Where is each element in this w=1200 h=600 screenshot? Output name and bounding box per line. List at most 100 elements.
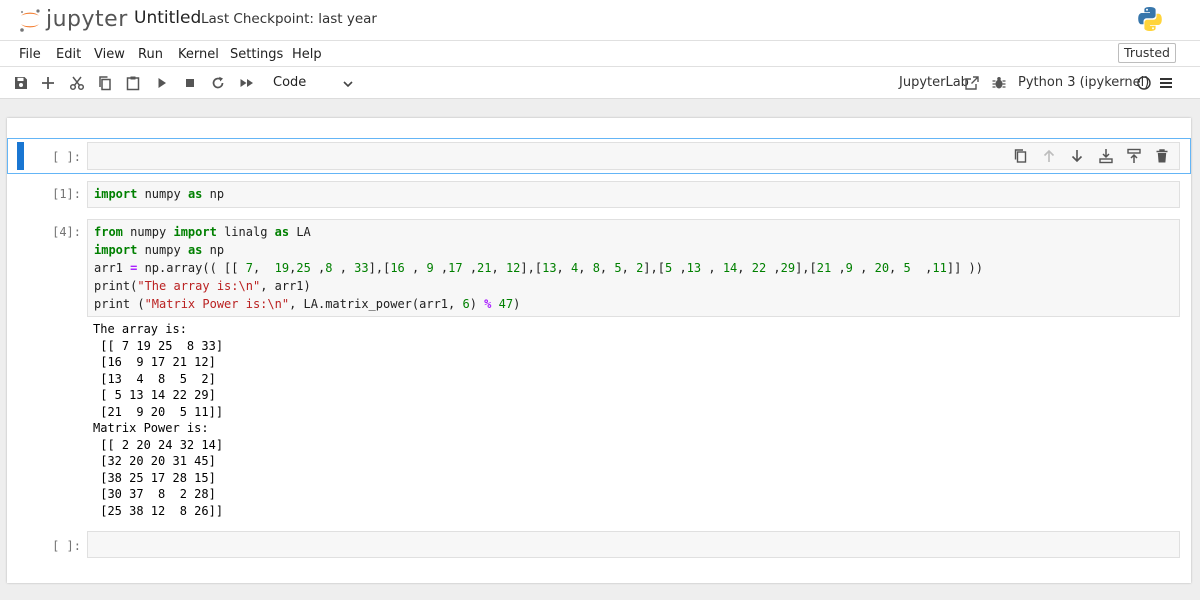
- code-text: ,: [672, 261, 687, 275]
- cell-prompt: [ ]:: [52, 150, 81, 164]
- move-up-icon[interactable]: [1041, 148, 1057, 164]
- checkpoint-status: Last Checkpoint: last year: [201, 11, 377, 27]
- string: "Matrix Power is:\n": [144, 297, 290, 311]
- insert-cell-below-icon[interactable]: [1126, 148, 1142, 164]
- jupyter-logo[interactable]: jupyter: [17, 5, 127, 35]
- code-line: print ("Matrix Power is:\n", LA.matrix_p…: [94, 297, 520, 311]
- output-line: The array is:: [93, 322, 187, 336]
- menu-view[interactable]: View: [94, 47, 125, 62]
- run-icon[interactable]: [154, 75, 170, 91]
- cell-input-editor[interactable]: from numpy import linalg as LA import nu…: [87, 219, 1180, 317]
- code-text: ): [513, 297, 521, 311]
- number: 20: [874, 261, 890, 275]
- code-text: ,: [621, 261, 637, 275]
- code-text: numpy: [137, 243, 188, 257]
- code-text: print (: [94, 297, 145, 311]
- delete-cell-icon[interactable]: [1154, 148, 1170, 164]
- cell-prompt: [1]:: [52, 187, 81, 201]
- code-text: ,: [252, 261, 275, 275]
- run-all-icon[interactable]: [239, 75, 255, 91]
- chevron-down-icon[interactable]: [342, 78, 354, 90]
- number: 12: [505, 261, 521, 275]
- menu-edit[interactable]: Edit: [56, 47, 81, 62]
- restart-icon[interactable]: [210, 75, 226, 91]
- menu-settings[interactable]: Settings: [230, 47, 283, 62]
- code-text: ,: [310, 261, 326, 275]
- python-logo-icon: [1138, 7, 1162, 31]
- save-icon[interactable]: [13, 75, 29, 91]
- code-text: linalg: [216, 225, 275, 239]
- code-text: ,: [556, 261, 571, 275]
- code-text: ,: [766, 261, 781, 275]
- number: 47: [498, 297, 514, 311]
- output-line: [38 25 17 28 15]: [93, 471, 216, 485]
- output-line: [13 4 8 5 2]: [93, 372, 216, 386]
- cell-input-editor[interactable]: import numpy as np: [87, 181, 1180, 208]
- code-text: numpy: [137, 187, 188, 201]
- keyword: import: [94, 243, 138, 257]
- cell-input-editor[interactable]: [87, 531, 1180, 558]
- paste-icon[interactable]: [125, 75, 141, 91]
- menu-kernel[interactable]: Kernel: [178, 47, 219, 62]
- output-line: [[ 7 19 25 8 33]: [93, 339, 224, 353]
- menu-run[interactable]: Run: [138, 47, 163, 62]
- code-text: ,: [737, 261, 752, 275]
- number: 6: [462, 297, 470, 311]
- code-text: ,: [433, 261, 449, 275]
- code-text: ,: [491, 261, 506, 275]
- output-line: [30 37 8 2 28]: [93, 487, 216, 501]
- output-line: [[ 2 20 24 32 14]: [93, 438, 224, 452]
- duplicate-cell-icon[interactable]: [1013, 148, 1029, 164]
- output-line: [25 38 12 8 26]]: [93, 504, 224, 518]
- code-text: ,: [578, 261, 593, 275]
- number: 22: [751, 261, 767, 275]
- keyword: as: [187, 243, 203, 257]
- code-text: np: [202, 187, 225, 201]
- number: 19: [274, 261, 290, 275]
- kernel-name[interactable]: Python 3 (ipykernel): [1018, 75, 1149, 90]
- code-text: ,: [599, 261, 615, 275]
- output-line: [21 9 20 5 11]]: [93, 405, 224, 419]
- keyword: import: [94, 187, 138, 201]
- cell-prompt: [4]:: [52, 225, 81, 239]
- menu-help[interactable]: Help: [292, 47, 322, 62]
- external-link-icon[interactable]: [964, 75, 980, 91]
- debugger-bug-icon[interactable]: [991, 75, 1007, 91]
- code-text: arr1: [94, 261, 131, 275]
- keyword: import: [173, 225, 217, 239]
- code-text: np: [202, 243, 225, 257]
- code-text: ],[: [795, 261, 817, 275]
- menu-file[interactable]: File: [19, 47, 41, 62]
- code-text: , arr1): [260, 279, 311, 293]
- cut-icon[interactable]: [69, 75, 85, 91]
- cell-type-select[interactable]: Code: [273, 75, 306, 90]
- code-line: arr1 = np.array(( [[ 7, 19,25 ,8 , 33],[…: [94, 261, 983, 275]
- code-line: from numpy import linalg as LA: [94, 225, 311, 239]
- add-cell-icon[interactable]: [40, 75, 56, 91]
- code-text: ,: [852, 261, 875, 275]
- hamburger-menu-icon[interactable]: [1158, 75, 1174, 91]
- logo-text: jupyter: [46, 7, 128, 32]
- code-text: ,: [831, 261, 846, 275]
- toolbar: Code JupyterLab Python 3 (ipykernel): [0, 67, 1200, 99]
- code-text: ): [469, 297, 485, 311]
- copy-icon[interactable]: [97, 75, 113, 91]
- code-text: ],[: [368, 261, 391, 275]
- number: 29: [780, 261, 796, 275]
- move-down-icon[interactable]: [1069, 148, 1085, 164]
- trusted-indicator[interactable]: Trusted: [1118, 43, 1176, 63]
- open-jupyterlab-link[interactable]: JupyterLab: [899, 75, 969, 90]
- output-line: [32 20 20 31 45]: [93, 454, 216, 468]
- insert-cell-above-icon[interactable]: [1098, 148, 1114, 164]
- number: 9: [845, 261, 853, 275]
- stop-icon[interactable]: [182, 75, 198, 91]
- keyword: as: [274, 225, 290, 239]
- code-text: ,: [332, 261, 355, 275]
- notebook-title[interactable]: Untitled: [134, 8, 201, 28]
- code-text: ],[: [643, 261, 665, 275]
- code-text: ,: [889, 261, 904, 275]
- number: 14: [722, 261, 738, 275]
- number: 11: [932, 261, 947, 275]
- kernel-status-idle-icon: [1137, 76, 1151, 90]
